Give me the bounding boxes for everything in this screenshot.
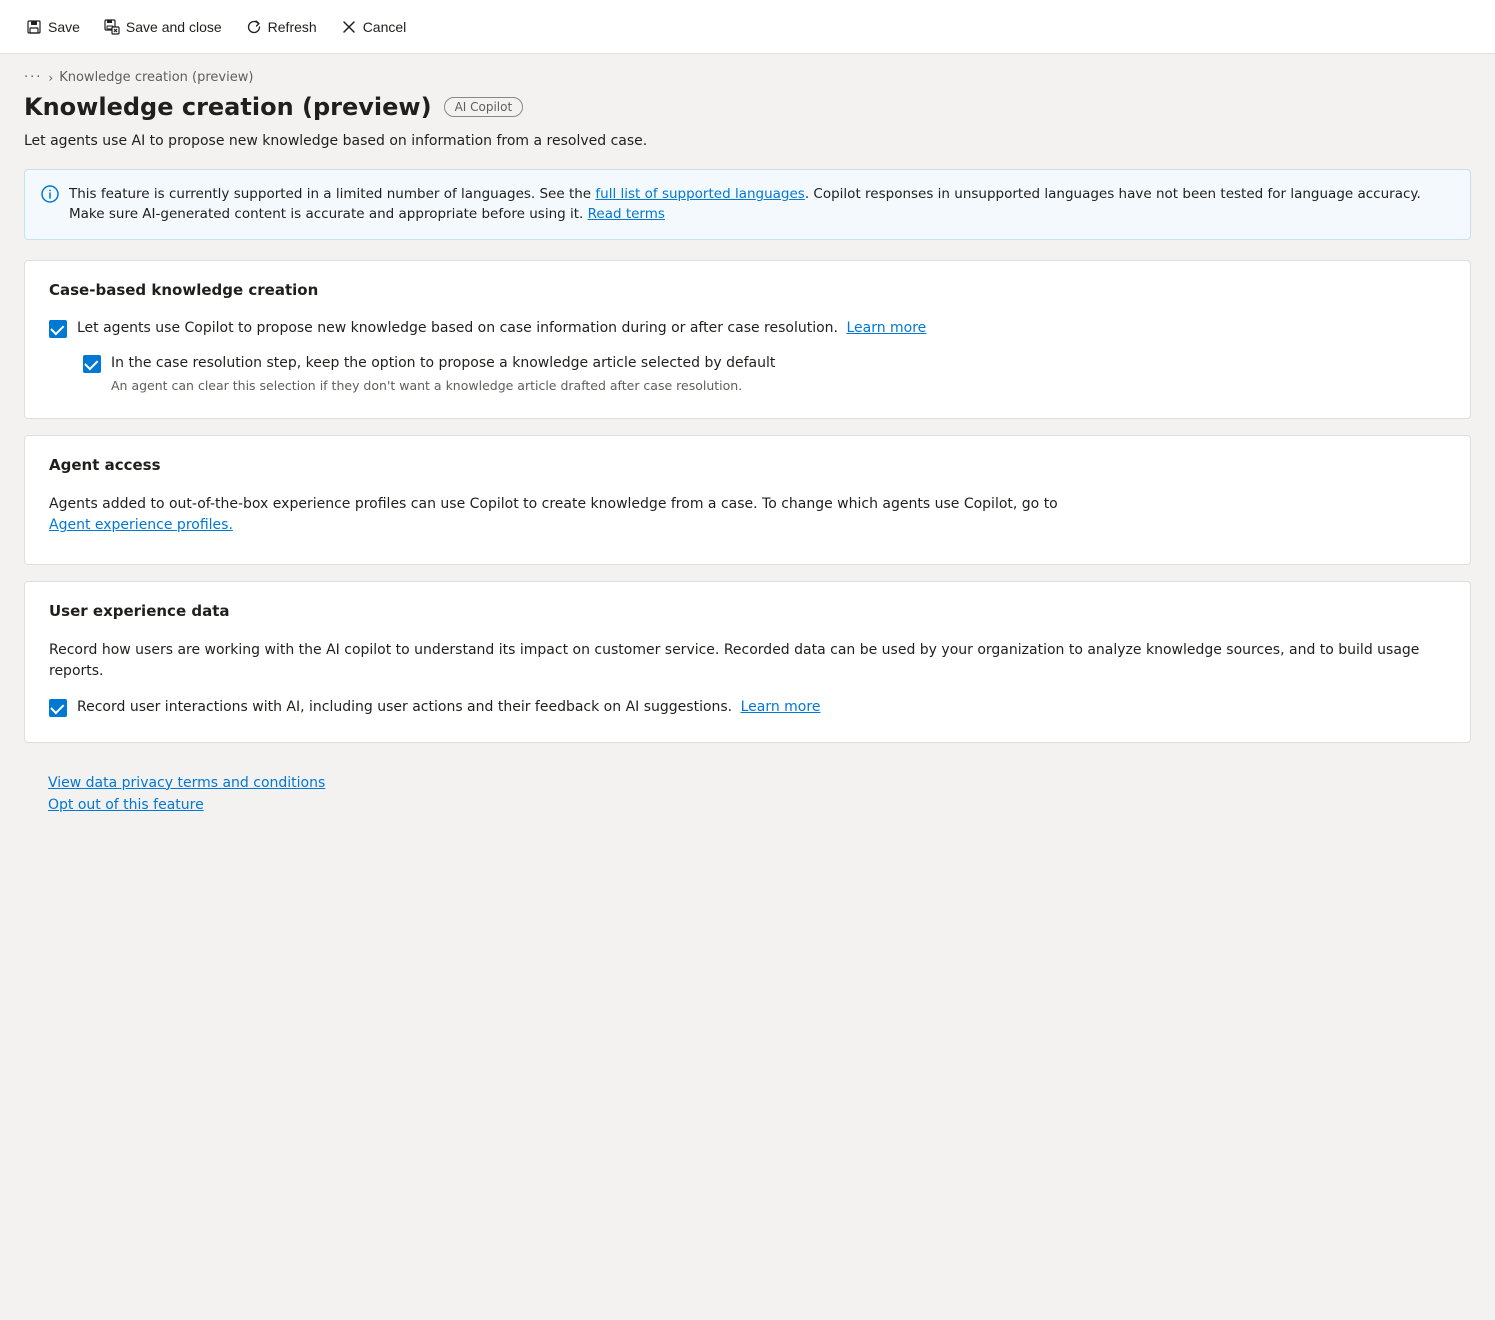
user-experience-description: Record how users are working with the AI… xyxy=(49,640,1446,682)
toolbar: Save Save and close Refresh xyxy=(0,0,1495,54)
user-experience-learn-more-link[interactable]: Learn more xyxy=(741,699,821,715)
refresh-icon xyxy=(246,19,262,35)
refresh-label: Refresh xyxy=(268,19,317,35)
info-banner: This feature is currently supported in a… xyxy=(24,169,1471,240)
save-label: Save xyxy=(48,19,80,35)
case-knowledge-checkbox-row-2: In the case resolution step, keep the op… xyxy=(83,354,1446,394)
agent-access-card-title: Agent access xyxy=(49,456,1446,474)
save-close-icon xyxy=(104,19,120,35)
breadcrumb-separator: › xyxy=(48,71,53,85)
user-experience-checkbox-label: Record user interactions with AI, includ… xyxy=(77,699,820,715)
case-knowledge-learn-more-link[interactable]: Learn more xyxy=(846,320,926,336)
agent-experience-profiles-link[interactable]: Agent experience profiles. xyxy=(49,517,233,533)
case-knowledge-card-title: Case-based knowledge creation xyxy=(49,281,1446,299)
page-description: Let agents use AI to propose new knowled… xyxy=(24,133,1471,149)
page-title-row: Knowledge creation (preview) AI Copilot xyxy=(24,93,1471,121)
user-experience-card: User experience data Record how users ar… xyxy=(24,581,1471,743)
case-knowledge-checkbox-1[interactable] xyxy=(49,320,67,338)
main-content: Knowledge creation (preview) AI Copilot … xyxy=(0,93,1495,861)
info-banner-text: This feature is currently supported in a… xyxy=(69,184,1454,225)
case-knowledge-checkbox-2[interactable] xyxy=(83,355,101,373)
user-experience-checkbox-row: Record user interactions with AI, includ… xyxy=(49,698,1446,718)
agent-access-text: Agents added to out-of-the-box experienc… xyxy=(49,494,1446,536)
footer-links: View data privacy terms and conditions O… xyxy=(24,759,1471,829)
info-icon xyxy=(41,185,59,210)
user-experience-checkbox-content: Record user interactions with AI, includ… xyxy=(77,698,820,718)
user-experience-card-title: User experience data xyxy=(49,602,1446,620)
breadcrumb-dots[interactable]: ··· xyxy=(24,70,42,85)
supported-languages-link[interactable]: full list of supported languages xyxy=(595,186,804,202)
read-terms-link[interactable]: Read terms xyxy=(588,206,665,222)
refresh-button[interactable]: Refresh xyxy=(236,13,327,41)
privacy-terms-link[interactable]: View data privacy terms and conditions xyxy=(48,775,1447,791)
case-knowledge-card: Case-based knowledge creation Let agents… xyxy=(24,260,1471,420)
case-knowledge-checkbox-2-label: In the case resolution step, keep the op… xyxy=(111,354,775,374)
case-knowledge-checkbox-1-label: Let agents use Copilot to propose new kn… xyxy=(77,320,926,336)
case-knowledge-checkbox-2-content: In the case resolution step, keep the op… xyxy=(111,354,775,394)
ai-copilot-badge: AI Copilot xyxy=(444,97,524,117)
info-text-prefix: This feature is currently supported in a… xyxy=(69,186,595,202)
cancel-label: Cancel xyxy=(363,19,407,35)
breadcrumb-current: Knowledge creation (preview) xyxy=(59,70,253,85)
case-knowledge-checkbox-2-sublabel: An agent can clear this selection if the… xyxy=(111,377,775,395)
case-knowledge-checkbox-1-content: Let agents use Copilot to propose new kn… xyxy=(77,319,926,339)
user-experience-checkbox[interactable] xyxy=(49,699,67,717)
cancel-icon xyxy=(341,19,357,35)
save-and-close-button[interactable]: Save and close xyxy=(94,13,232,41)
page-title: Knowledge creation (preview) xyxy=(24,93,432,121)
case-knowledge-checkbox-row-1: Let agents use Copilot to propose new kn… xyxy=(49,319,1446,339)
cancel-button[interactable]: Cancel xyxy=(331,13,417,41)
save-button[interactable]: Save xyxy=(16,13,90,41)
save-icon xyxy=(26,19,42,35)
save-and-close-label: Save and close xyxy=(126,19,222,35)
breadcrumb: ··· › Knowledge creation (preview) xyxy=(0,54,1495,93)
agent-access-card: Agent access Agents added to out-of-the-… xyxy=(24,435,1471,565)
opt-out-link[interactable]: Opt out of this feature xyxy=(48,797,1447,813)
